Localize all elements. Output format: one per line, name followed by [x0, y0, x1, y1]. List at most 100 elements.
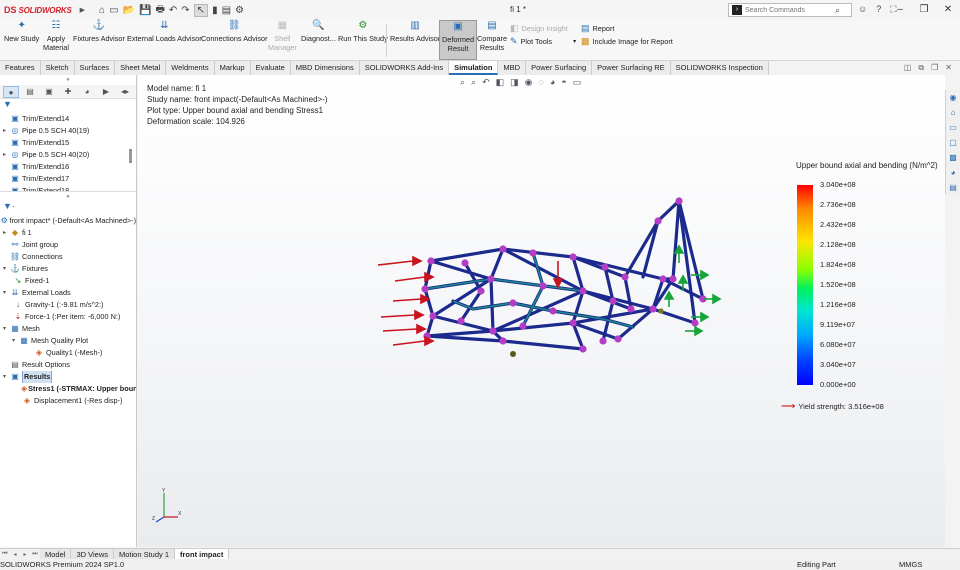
search-input[interactable] [745, 6, 835, 14]
part-node[interactable]: ▸ ◆ fi 1 [0, 227, 136, 239]
filter-icon[interactable]: ▼ [0, 99, 136, 113]
chevron-down-icon[interactable]: ▾ [573, 38, 576, 45]
display-style-icon[interactable]: ◉ [525, 77, 533, 88]
help-icon[interactable]: ? [876, 4, 881, 15]
close-icon[interactable]: ✕ [936, 0, 960, 20]
dimxpert-tab-icon[interactable]: ✚ [60, 86, 76, 98]
tile-icon[interactable]: ◫ [904, 63, 912, 73]
restore-view-icon[interactable]: ❐ [931, 63, 938, 73]
search-icon[interactable]: ⌕ [835, 5, 840, 16]
results-advisor-button[interactable]: ▥ Results Advisor [390, 21, 440, 44]
collapse-icon[interactable]: ▾ [0, 323, 9, 335]
view-palette-icon[interactable]: ▢ [946, 135, 960, 150]
property-manager-tab-icon[interactable]: ▤ [22, 86, 38, 98]
options-gear-icon[interactable]: ⚙ [235, 5, 244, 16]
feature-tree-item[interactable]: ▣ Trim/Extend16 [0, 161, 136, 173]
save-icon[interactable]: 💾 [139, 5, 151, 16]
bottom-tab-front-impact[interactable]: front impact [175, 548, 230, 560]
tab-mbd[interactable]: MBD [498, 61, 527, 75]
view-settings-icon[interactable]: ▭ [573, 77, 582, 88]
configuration-manager-tab-icon[interactable]: ▣ [41, 86, 57, 98]
undo-icon[interactable]: ↶ [169, 5, 177, 16]
collapse-icon[interactable]: ▾ [9, 335, 18, 347]
restore-icon[interactable]: ❐ [912, 0, 936, 20]
appearances-icon[interactable]: ▩ [946, 150, 960, 165]
bottom-tab-motion-study-1[interactable]: Motion Study 1 [113, 548, 176, 560]
tab-power-surfacing[interactable]: Power Surfacing [526, 61, 593, 75]
print-icon[interactable]: 🖶 [155, 2, 164, 19]
file-properties-icon[interactable]: ▤ [222, 5, 231, 16]
panel-splitter[interactable]: ● [0, 191, 136, 201]
tab-solidworks-inspection[interactable]: SOLIDWORKS Inspection [670, 61, 769, 75]
prev-tab-icon[interactable]: ◂ [10, 551, 20, 558]
collapse-icon[interactable]: ▾ [0, 371, 9, 383]
home-icon[interactable]: ⌂ [99, 5, 105, 16]
external-loads-advisor-button[interactable]: ⇊ External Loads Advisor [127, 21, 202, 44]
tab-markup[interactable]: Markup [214, 61, 251, 75]
forum-icon[interactable]: ▤ [946, 180, 960, 195]
pop-out-icon[interactable]: ⧉ [918, 63, 924, 73]
connections-node[interactable]: ⛓ Connections [0, 251, 136, 263]
tab-simulation[interactable]: Simulation [449, 61, 499, 75]
tab-solidworks-add-ins[interactable]: SOLIDWORKS Add-Ins [359, 61, 450, 75]
tree-scrollbar[interactable] [129, 149, 132, 163]
select-cursor-icon[interactable]: ↖ [193, 3, 209, 17]
collapse-icon[interactable]: ▾ [0, 263, 9, 275]
search-commands-box[interactable]: › ⌕ [728, 3, 852, 17]
new-study-button[interactable]: ✦ New Study [4, 21, 39, 44]
custom-properties-icon[interactable]: ◕ [946, 165, 960, 180]
scene-icon[interactable]: ◓ [561, 77, 566, 88]
view-orientation-icon[interactable]: ◨ [510, 77, 519, 88]
joint-group-node[interactable]: ⚯ Joint group [0, 239, 136, 251]
rebuild-icon[interactable]: ▮ [212, 5, 218, 16]
deformed-result-button[interactable]: ▣ Deformed Result [439, 20, 478, 60]
quality-1-node[interactable]: ◈ Quality1 (-Mesh-) [0, 347, 136, 359]
graphics-viewport[interactable]: Model name: fi 1 Study name: front impac… [138, 75, 945, 547]
file-explorer-icon[interactable]: ▭ [946, 120, 960, 135]
design-library-icon[interactable]: ⌂ [946, 105, 960, 120]
run-this-study-button[interactable]: ⚙ Run This Study [338, 21, 388, 44]
collapse-icon[interactable]: ▾ [0, 287, 9, 299]
expand-icon[interactable]: ▸ [0, 125, 9, 137]
tab-weldments[interactable]: Weldments [166, 61, 215, 75]
bottom-tab-3d-views[interactable]: 3D Views [71, 548, 114, 560]
menu-arrow-icon[interactable]: ▶ [80, 6, 85, 14]
tab-evaluate[interactable]: Evaluate [250, 61, 291, 75]
zoom-area-icon[interactable]: ⌕ [471, 77, 476, 88]
first-tab-icon[interactable]: ⏮ [0, 551, 10, 558]
feature-tree-item[interactable]: ▸ ◎ Pipe 0.5 SCH 40(19) [0, 125, 136, 137]
hide-show-icon[interactable]: ◌ [539, 77, 544, 88]
tab-surfaces[interactable]: Surfaces [74, 61, 116, 75]
include-image-button[interactable]: ▩ Include Image for Report [581, 36, 673, 47]
feature-manager-tab-icon[interactable]: ● [3, 85, 19, 98]
stress-1-node[interactable]: ◈ Stress1 (-STRMAX: Upper bound axial an… [0, 383, 136, 395]
tab-features[interactable]: Features [0, 61, 41, 75]
feature-tree-item[interactable]: ▣ Trim/Extend18 [0, 185, 136, 191]
tab-mbd-dimensions[interactable]: MBD Dimensions [290, 61, 360, 75]
compare-results-button[interactable]: ▤ Compare Results [477, 21, 507, 53]
external-loads-node[interactable]: ▾ ⇊ External Loads [0, 287, 136, 299]
section-view-icon[interactable]: ◧ [496, 77, 505, 88]
mesh-quality-plot-node[interactable]: ▾ ▦ Mesh Quality Plot [0, 335, 136, 347]
next-tab-icon[interactable]: ▸ [20, 551, 30, 558]
tab-power-surfacing-re[interactable]: Power Surfacing RE [592, 61, 671, 75]
unit-system-button[interactable]: MMGS [899, 559, 922, 570]
plot-tools-button[interactable]: ✎ Plot Tools ▾ [510, 36, 576, 47]
user-account-icon[interactable]: ☺ [858, 4, 867, 15]
connections-advisor-button[interactable]: ⛓ Connections Advisor [201, 21, 268, 44]
minimize-icon[interactable]: – [888, 0, 912, 20]
diagnostics-button[interactable]: 🔍 Diagnost... [301, 21, 336, 44]
more-tabs-icon[interactable]: ◂▸ [117, 86, 133, 98]
display-manager-tab-icon[interactable]: ◕ [79, 86, 95, 98]
result-options-node[interactable]: ▤ Result Options [0, 359, 136, 371]
fixtures-advisor-button[interactable]: ⚓ Fixtures Advisor [73, 21, 125, 44]
feature-tree-item[interactable]: ▣ Trim/Extend14 [0, 113, 136, 125]
apply-material-button[interactable]: ☷ Apply Material [43, 21, 69, 53]
force-1-node[interactable]: ⇣ Force-1 (:Per item: -6,000 N:) [0, 311, 136, 323]
shell-manager-button[interactable]: ▦ Shell Manager [268, 21, 297, 53]
expand-icon[interactable]: ▸ [0, 149, 9, 161]
open-icon[interactable]: 📂 [123, 5, 135, 16]
appearance-icon[interactable]: ◕ [550, 77, 555, 88]
tab-sheet-metal[interactable]: Sheet Metal [115, 61, 167, 75]
deformed-frame-model[interactable] [373, 191, 733, 371]
